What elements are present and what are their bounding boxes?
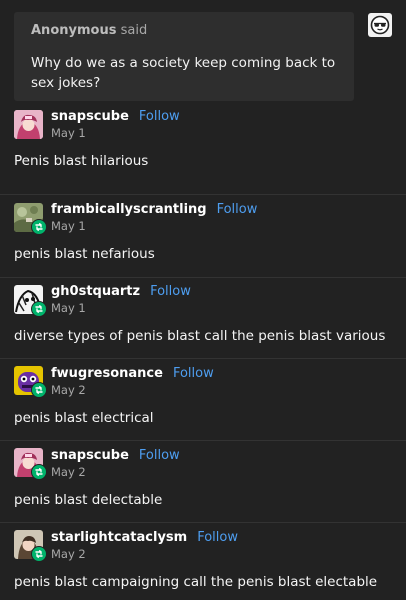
post-body: penis blast delectable	[14, 492, 163, 508]
reblog-icon	[31, 219, 47, 235]
anonymous-sunglasses-icon	[368, 13, 392, 37]
username-link[interactable]: snapscube	[51, 109, 129, 124]
ask-question: Why do we as a society keep coming back …	[31, 53, 340, 93]
follow-button[interactable]: Follow	[139, 448, 180, 463]
post-date[interactable]: May 2	[51, 465, 86, 479]
asker-name[interactable]: Anonymous	[31, 23, 116, 38]
username-link[interactable]: fwugresonance	[51, 366, 163, 381]
reblog-entry: snapscube Follow May 1 Penis blast hilari…	[0, 101, 406, 195]
reblog-entry: gh0stquartz Follow May 1 diverse types of…	[0, 278, 406, 359]
username: fwugresonance Follow	[51, 366, 214, 382]
reblog-icon	[31, 382, 47, 398]
post-date[interactable]: May 1	[51, 301, 86, 315]
username: starlightcataclysm Follow	[51, 530, 238, 546]
avatar[interactable]	[14, 110, 43, 139]
ask-box: Anonymous said Why do we as a society ke…	[14, 12, 354, 101]
post-date[interactable]: May 2	[51, 383, 86, 397]
post-date[interactable]: May 1	[51, 219, 86, 233]
ask-header: Anonymous said	[31, 22, 340, 40]
reblog-icon	[31, 546, 47, 562]
follow-button[interactable]: Follow	[197, 530, 238, 545]
post-date[interactable]: May 2	[51, 547, 86, 561]
reblog-icon	[31, 301, 47, 317]
post-date[interactable]: May 1	[51, 126, 86, 140]
username-link[interactable]: gh0stquartz	[51, 284, 140, 299]
post-body: penis blast electrical	[14, 410, 154, 426]
post-body: Penis blast hilarious	[14, 153, 149, 169]
reblog-entry: frambicallyscrantling Follow May 1 penis …	[0, 195, 406, 278]
reblog-entry: starlightcataclysm Follow May 2 penis bla…	[0, 523, 406, 600]
username-link[interactable]: snapscube	[51, 448, 129, 463]
post-body: penis blast campaigning call the penis b…	[14, 574, 378, 590]
username: gh0stquartz Follow	[51, 284, 191, 300]
follow-button[interactable]: Follow	[150, 284, 191, 299]
follow-button[interactable]: Follow	[173, 366, 214, 381]
reblog-entry: fwugresonance Follow May 2 penis blast el…	[0, 359, 406, 441]
username: snapscube Follow	[51, 109, 180, 125]
asker-said: said	[120, 23, 148, 38]
follow-button[interactable]: Follow	[139, 109, 180, 124]
username-link[interactable]: starlightcataclysm	[51, 530, 187, 545]
username: snapscube Follow	[51, 448, 180, 464]
follow-button[interactable]: Follow	[217, 202, 258, 217]
username: frambicallyscrantling Follow	[51, 202, 257, 218]
post-body: penis blast nefarious	[14, 246, 155, 262]
ask-question-line: sex jokes?	[31, 75, 101, 91]
reblog-icon	[31, 464, 47, 480]
username-link[interactable]: frambicallyscrantling	[51, 202, 207, 217]
ask-question-line: Why do we as a society keep coming back …	[31, 55, 336, 71]
post-body: diverse types of penis blast call the pe…	[14, 328, 386, 344]
reblog-entry: snapscube Follow May 2 penis blast delect…	[0, 441, 406, 523]
